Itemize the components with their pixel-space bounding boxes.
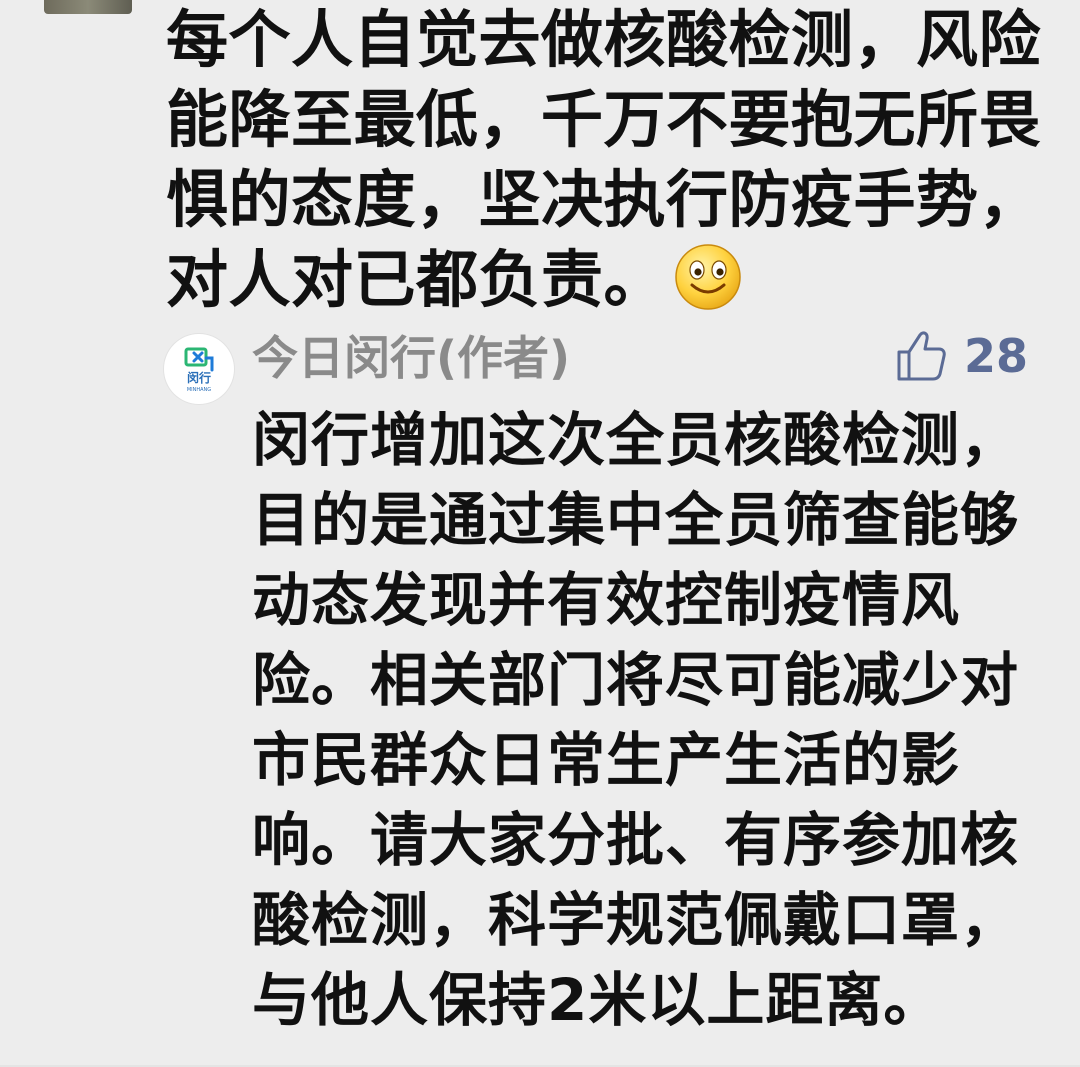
logo-name: 闵行 <box>187 370 211 385</box>
smile-emoji-icon <box>675 244 741 310</box>
like-count: 28 <box>963 329 1028 383</box>
thumbs-up-icon <box>897 331 946 381</box>
like-button[interactable]: 28 <box>896 326 1028 386</box>
author-avatar[interactable]: 闵行 MINHANG <box>164 334 234 404</box>
comment-text: 每个人自觉去做核酸检测，风险能降至最低，千万不要抱无所畏惧的态度，坚决执行防疫手… <box>166 0 1046 320</box>
comment-body: 每个人自觉去做核酸检测，风险能降至最低，千万不要抱无所畏惧的态度，坚决执行防疫手… <box>166 3 1042 316</box>
reply-author-name[interactable]: 今日闵行(作者) <box>252 328 570 388</box>
previous-commenter-avatar[interactable] <box>44 0 132 14</box>
minhang-logo-icon: 闵行 MINHANG <box>184 347 214 393</box>
logo-sub: MINHANG <box>187 387 211 393</box>
reply-text: 闵行增加这次全员核酸检测，目的是通过集中全员筛查能够动态发现并有效控制疫情风险。… <box>252 406 1020 1034</box>
